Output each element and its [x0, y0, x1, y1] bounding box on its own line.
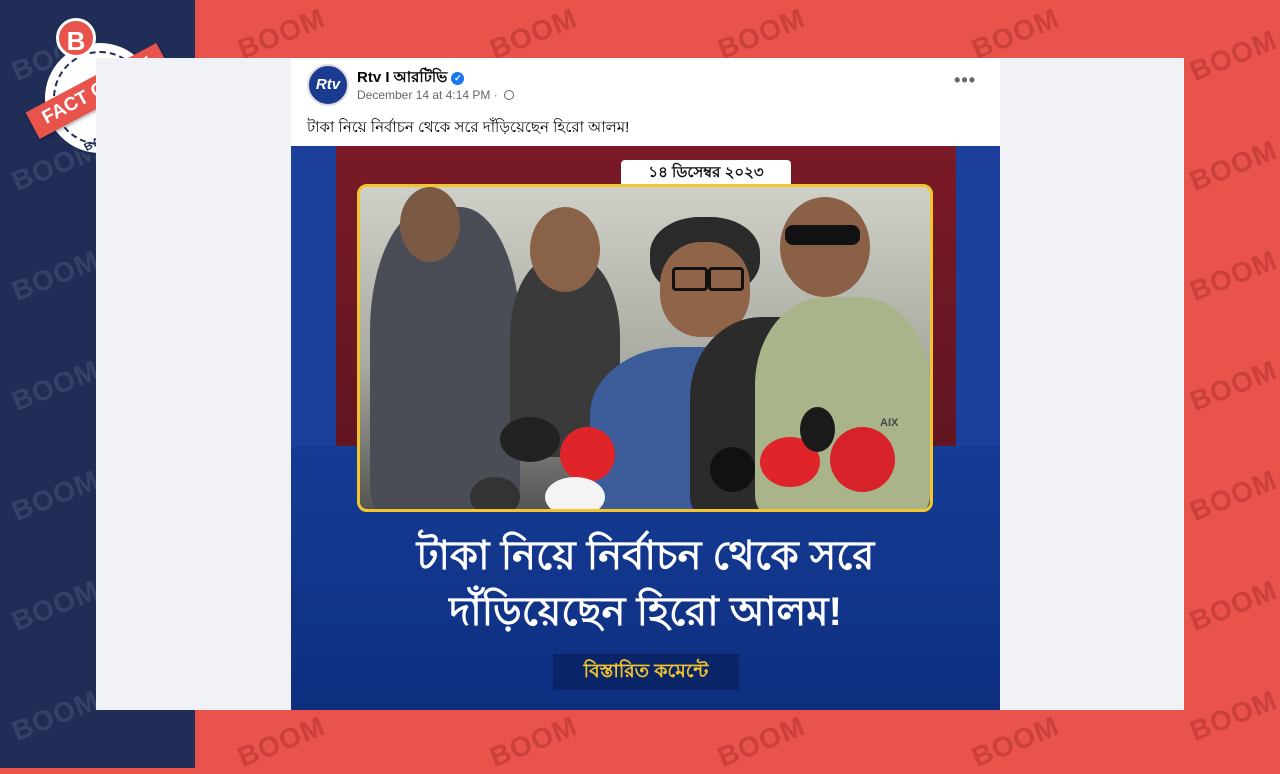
person-back-left-head	[530, 207, 600, 292]
image-date-tab: ১৪ ডিসেম্বর ২০২৩	[621, 160, 791, 186]
glasses-right-lens	[708, 267, 744, 291]
microphone	[710, 447, 755, 492]
glasses-left-lens	[672, 267, 708, 291]
post-meta: December 14 at 4:14 PM ·	[357, 88, 515, 102]
microphone	[800, 407, 835, 452]
image-headline-line-1: টাকা নিয়ে নির্বাচন থেকে সরে	[416, 534, 875, 578]
more-options-button[interactable]: •••	[954, 70, 976, 91]
image-details-label: বিস্তারিত কমেন্টে	[553, 654, 739, 690]
post-header: Rtv Rtv I আরটিভি ✓ December 14 at 4:14 PM…	[291, 58, 1000, 146]
post-image[interactable]: ১৪ ডিসেম্বর ২০২৩ AIX টাকা নিয়ে নির্বাচন…	[291, 146, 1000, 710]
meta-separator: ·	[493, 88, 498, 102]
news-photo: AIX	[357, 184, 933, 512]
person-right-sunglasses	[785, 225, 860, 245]
microphone	[545, 477, 605, 509]
globe-icon	[504, 90, 515, 100]
page-name[interactable]: Rtv I আরটিভি	[357, 69, 447, 86]
microphone	[470, 477, 520, 509]
microphone	[560, 427, 615, 482]
image-headline-line-2: দাঁড়িয়েছেন হিরো আলম!	[449, 590, 842, 634]
microphone	[500, 417, 560, 462]
verified-check-icon: ✓	[451, 72, 465, 85]
post-timestamp[interactable]: December 14 at 4:14 PM	[357, 88, 490, 102]
facebook-post: Rtv Rtv I আরটিভি ✓ December 14 at 4:14 PM…	[291, 58, 1000, 710]
microphone	[830, 427, 895, 492]
person-left-head	[400, 187, 460, 262]
badge-letter: B	[56, 18, 96, 58]
person-right-head	[780, 197, 870, 297]
post-caption: টাকা নিয়ে নির্বাচন থেকে সরে দাঁড়িয়েছে…	[307, 119, 630, 136]
page-avatar[interactable]: Rtv	[307, 64, 349, 106]
shirt-text: AIX	[880, 417, 899, 429]
